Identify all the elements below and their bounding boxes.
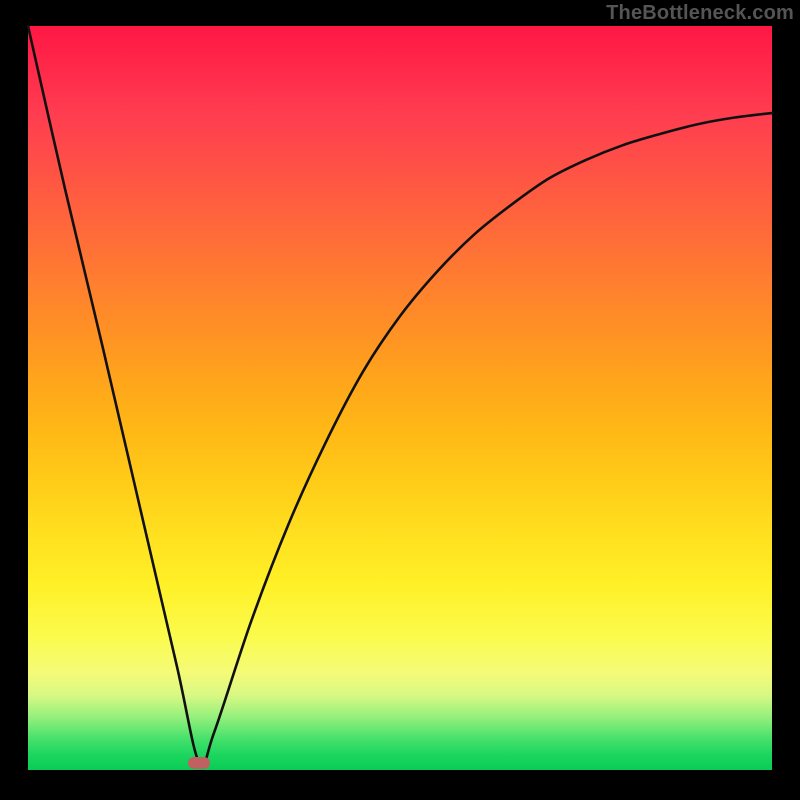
plot-area [28, 26, 772, 770]
chart-frame: TheBottleneck.com [0, 0, 800, 800]
bottleneck-curve [28, 26, 772, 766]
curve-svg [28, 26, 772, 770]
optimum-marker [188, 757, 210, 769]
watermark-text: TheBottleneck.com [606, 2, 794, 25]
